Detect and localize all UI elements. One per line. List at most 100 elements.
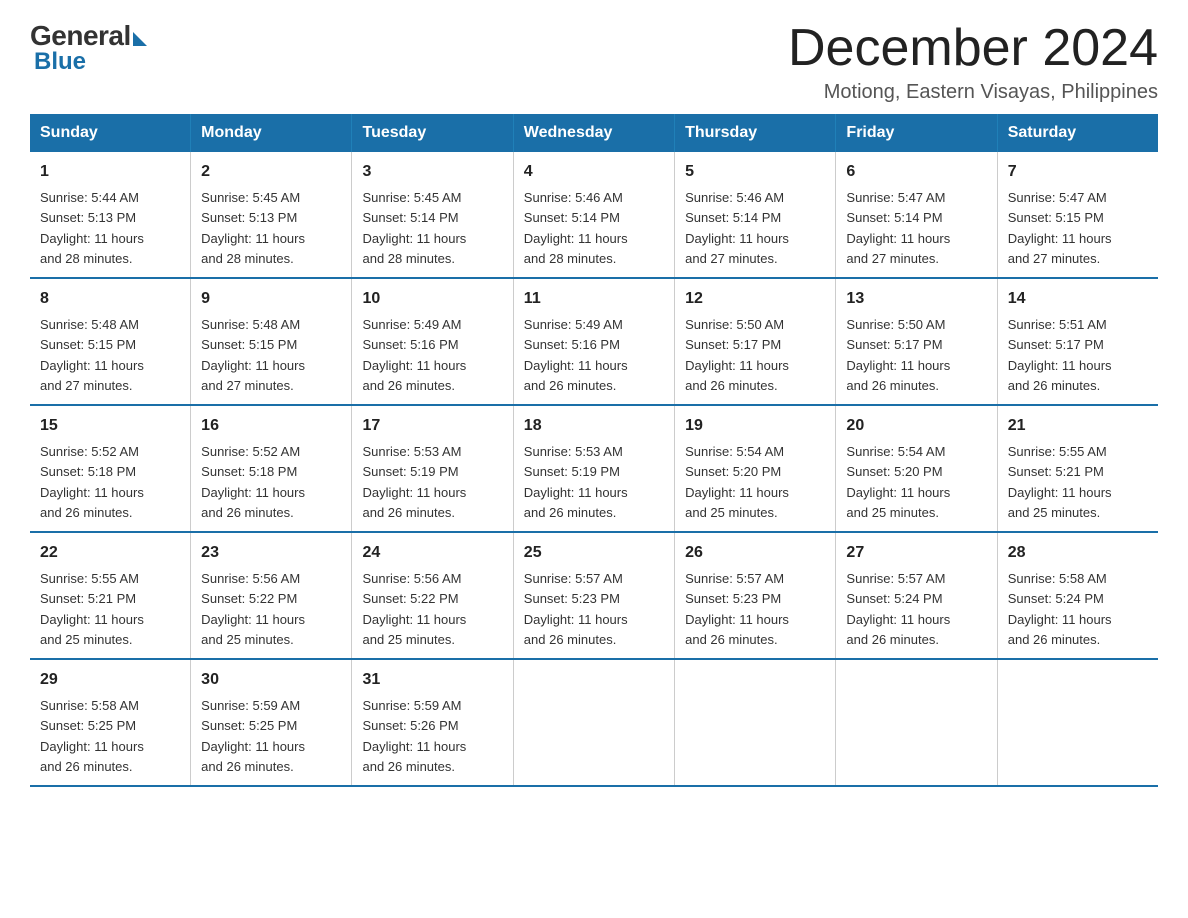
- calendar-cell: 4 Sunrise: 5:46 AMSunset: 5:14 PMDaylight…: [513, 152, 674, 278]
- day-number: 17: [362, 414, 502, 438]
- day-info: Sunrise: 5:55 AMSunset: 5:21 PMDaylight:…: [40, 571, 144, 647]
- day-info: Sunrise: 5:59 AMSunset: 5:25 PMDaylight:…: [201, 698, 305, 774]
- main-title: December 2024: [788, 20, 1158, 77]
- day-number: 18: [524, 414, 664, 438]
- day-number: 30: [201, 668, 341, 692]
- calendar-cell: [836, 659, 997, 786]
- calendar-table: SundayMondayTuesdayWednesdayThursdayFrid…: [30, 114, 1158, 787]
- day-number: 14: [1008, 287, 1148, 311]
- day-info: Sunrise: 5:59 AMSunset: 5:26 PMDaylight:…: [362, 698, 466, 774]
- day-number: 3: [362, 160, 502, 184]
- calendar-cell: 3 Sunrise: 5:45 AMSunset: 5:14 PMDaylight…: [352, 152, 513, 278]
- day-info: Sunrise: 5:50 AMSunset: 5:17 PMDaylight:…: [685, 317, 789, 393]
- day-number: 19: [685, 414, 825, 438]
- calendar-cell: 24 Sunrise: 5:56 AMSunset: 5:22 PMDayligh…: [352, 532, 513, 659]
- day-info: Sunrise: 5:50 AMSunset: 5:17 PMDaylight:…: [846, 317, 950, 393]
- calendar-cell: [513, 659, 674, 786]
- day-info: Sunrise: 5:44 AMSunset: 5:13 PMDaylight:…: [40, 190, 144, 266]
- calendar-cell: 16Sunrise: 5:52 AMSunset: 5:18 PMDayligh…: [191, 405, 352, 532]
- day-info: Sunrise: 5:55 AMSunset: 5:21 PMDaylight:…: [1008, 444, 1112, 520]
- calendar-cell: 19 Sunrise: 5:54 AMSunset: 5:20 PMDayligh…: [675, 405, 836, 532]
- day-info: Sunrise: 5:47 AMSunset: 5:15 PMDaylight:…: [1008, 190, 1112, 266]
- day-number: 13: [846, 287, 986, 311]
- day-number: 6: [846, 160, 986, 184]
- day-number: 25: [524, 541, 664, 565]
- day-number: 24: [362, 541, 502, 565]
- day-number: 22: [40, 541, 180, 565]
- calendar-cell: 7 Sunrise: 5:47 AMSunset: 5:15 PMDaylight…: [997, 152, 1158, 278]
- calendar-cell: 11 Sunrise: 5:49 AMSunset: 5:16 PMDayligh…: [513, 278, 674, 405]
- day-number: 26: [685, 541, 825, 565]
- calendar-cell: [997, 659, 1158, 786]
- day-info: Sunrise: 5:57 AMSunset: 5:23 PMDaylight:…: [685, 571, 789, 647]
- day-info: Sunrise: 5:53 AMSunset: 5:19 PMDaylight:…: [524, 444, 628, 520]
- logo: General Blue: [30, 20, 147, 76]
- day-number: 31: [362, 668, 502, 692]
- page-header: General Blue December 2024 Motiong, East…: [30, 20, 1158, 104]
- day-info: Sunrise: 5:53 AMSunset: 5:19 PMDaylight:…: [362, 444, 466, 520]
- calendar-cell: 2 Sunrise: 5:45 AMSunset: 5:13 PMDaylight…: [191, 152, 352, 278]
- day-number: 12: [685, 287, 825, 311]
- day-number: 27: [846, 541, 986, 565]
- day-info: Sunrise: 5:54 AMSunset: 5:20 PMDaylight:…: [846, 444, 950, 520]
- calendar-cell: 15Sunrise: 5:52 AMSunset: 5:18 PMDayligh…: [30, 405, 191, 532]
- header-day-tuesday: Tuesday: [352, 114, 513, 152]
- day-number: 4: [524, 160, 664, 184]
- calendar-week-row: 8 Sunrise: 5:48 AMSunset: 5:15 PMDaylight…: [30, 278, 1158, 405]
- calendar-cell: 8 Sunrise: 5:48 AMSunset: 5:15 PMDaylight…: [30, 278, 191, 405]
- calendar-cell: 13 Sunrise: 5:50 AMSunset: 5:17 PMDayligh…: [836, 278, 997, 405]
- calendar-cell: 21Sunrise: 5:55 AMSunset: 5:21 PMDayligh…: [997, 405, 1158, 532]
- day-info: Sunrise: 5:45 AMSunset: 5:13 PMDaylight:…: [201, 190, 305, 266]
- day-info: Sunrise: 5:47 AMSunset: 5:14 PMDaylight:…: [846, 190, 950, 266]
- calendar-cell: 12 Sunrise: 5:50 AMSunset: 5:17 PMDayligh…: [675, 278, 836, 405]
- header-day-friday: Friday: [836, 114, 997, 152]
- calendar-cell: [675, 659, 836, 786]
- day-info: Sunrise: 5:56 AMSunset: 5:22 PMDaylight:…: [362, 571, 466, 647]
- day-number: 2: [201, 160, 341, 184]
- day-info: Sunrise: 5:54 AMSunset: 5:20 PMDaylight:…: [685, 444, 789, 520]
- day-info: Sunrise: 5:46 AMSunset: 5:14 PMDaylight:…: [685, 190, 789, 266]
- calendar-cell: 25Sunrise: 5:57 AMSunset: 5:23 PMDayligh…: [513, 532, 674, 659]
- calendar-week-row: 22 Sunrise: 5:55 AMSunset: 5:21 PMDayligh…: [30, 532, 1158, 659]
- header-day-saturday: Saturday: [997, 114, 1158, 152]
- subtitle: Motiong, Eastern Visayas, Philippines: [788, 81, 1158, 104]
- logo-triangle-icon: [133, 32, 147, 46]
- calendar-cell: 17 Sunrise: 5:53 AMSunset: 5:19 PMDayligh…: [352, 405, 513, 532]
- calendar-cell: 29Sunrise: 5:58 AMSunset: 5:25 PMDayligh…: [30, 659, 191, 786]
- day-info: Sunrise: 5:56 AMSunset: 5:22 PMDaylight:…: [201, 571, 305, 647]
- day-number: 23: [201, 541, 341, 565]
- day-info: Sunrise: 5:49 AMSunset: 5:16 PMDaylight:…: [362, 317, 466, 393]
- day-info: Sunrise: 5:58 AMSunset: 5:24 PMDaylight:…: [1008, 571, 1112, 647]
- day-info: Sunrise: 5:49 AMSunset: 5:16 PMDaylight:…: [524, 317, 628, 393]
- day-number: 7: [1008, 160, 1148, 184]
- day-number: 1: [40, 160, 180, 184]
- header-day-sunday: Sunday: [30, 114, 191, 152]
- day-number: 11: [524, 287, 664, 311]
- day-info: Sunrise: 5:51 AMSunset: 5:17 PMDaylight:…: [1008, 317, 1112, 393]
- header-day-thursday: Thursday: [675, 114, 836, 152]
- calendar-cell: 6 Sunrise: 5:47 AMSunset: 5:14 PMDaylight…: [836, 152, 997, 278]
- calendar-cell: 30 Sunrise: 5:59 AMSunset: 5:25 PMDayligh…: [191, 659, 352, 786]
- calendar-header-row: SundayMondayTuesdayWednesdayThursdayFrid…: [30, 114, 1158, 152]
- day-info: Sunrise: 5:48 AMSunset: 5:15 PMDaylight:…: [40, 317, 144, 393]
- calendar-cell: 10 Sunrise: 5:49 AMSunset: 5:16 PMDayligh…: [352, 278, 513, 405]
- day-number: 28: [1008, 541, 1148, 565]
- day-number: 15: [40, 414, 180, 438]
- calendar-cell: 9Sunrise: 5:48 AMSunset: 5:15 PMDaylight…: [191, 278, 352, 405]
- calendar-cell: 23 Sunrise: 5:56 AMSunset: 5:22 PMDayligh…: [191, 532, 352, 659]
- calendar-cell: 28 Sunrise: 5:58 AMSunset: 5:24 PMDayligh…: [997, 532, 1158, 659]
- calendar-cell: 31 Sunrise: 5:59 AMSunset: 5:26 PMDayligh…: [352, 659, 513, 786]
- day-info: Sunrise: 5:45 AMSunset: 5:14 PMDaylight:…: [362, 190, 466, 266]
- day-number: 5: [685, 160, 825, 184]
- day-number: 29: [40, 668, 180, 692]
- calendar-cell: 1 Sunrise: 5:44 AMSunset: 5:13 PMDaylight…: [30, 152, 191, 278]
- calendar-week-row: 29Sunrise: 5:58 AMSunset: 5:25 PMDayligh…: [30, 659, 1158, 786]
- calendar-cell: 5 Sunrise: 5:46 AMSunset: 5:14 PMDaylight…: [675, 152, 836, 278]
- day-number: 10: [362, 287, 502, 311]
- calendar-cell: 26 Sunrise: 5:57 AMSunset: 5:23 PMDayligh…: [675, 532, 836, 659]
- day-info: Sunrise: 5:46 AMSunset: 5:14 PMDaylight:…: [524, 190, 628, 266]
- day-number: 8: [40, 287, 180, 311]
- header-day-monday: Monday: [191, 114, 352, 152]
- day-info: Sunrise: 5:57 AMSunset: 5:24 PMDaylight:…: [846, 571, 950, 647]
- day-info: Sunrise: 5:52 AMSunset: 5:18 PMDaylight:…: [201, 444, 305, 520]
